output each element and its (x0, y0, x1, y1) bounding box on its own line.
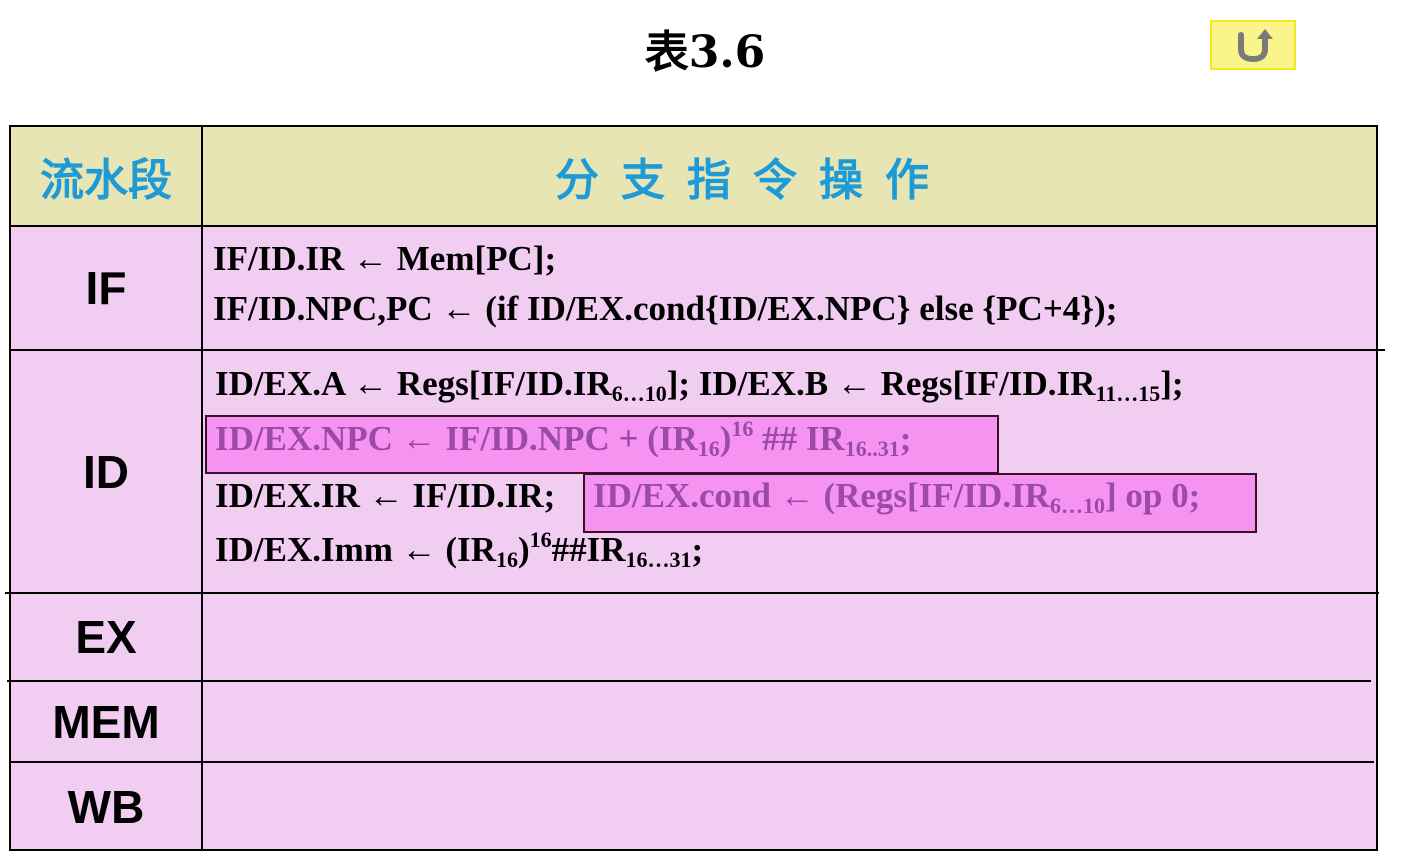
stage-wb: WB (67, 781, 145, 833)
header-stage: 流水段 (40, 155, 172, 206)
id-op-line-2: ID/EX.NPC ← IF/ID.NPC + (IR16)16 ## IR16… (215, 416, 912, 461)
pipeline-table: 流水段 分支指令操作 IF ID EX MEM WB IF/ID.IR ← Me… (5, 125, 1385, 851)
stage-id: ID (83, 445, 129, 498)
id-op-line-1: ID/EX.A ← Regs[IF/ID.IR6…10]; ID/EX.B ← … (215, 364, 1184, 406)
return-arrow-icon (1238, 29, 1273, 63)
id-op-line-3: ID/EX.IR ← IF/ID.IR; (215, 476, 556, 515)
stage-ex: EX (75, 611, 137, 663)
if-op-line-2: IF/ID.NPC,PC ← (if ID/EX.cond{ID/EX.NPC}… (213, 289, 1118, 328)
id-op-line-4: ID/EX.Imm ← (IR16)16##IR16…31; (215, 527, 704, 572)
stage-if: IF (85, 262, 127, 314)
stage-mem: MEM (52, 695, 160, 748)
if-op-line-1: IF/ID.IR ← Mem[PC]; (213, 239, 557, 278)
id-op-line-3-cond: ID/EX.cond ← (Regs[IF/ID.IR6…10] op 0; (593, 476, 1201, 518)
page-title: 表3.6 (644, 27, 766, 78)
back-button[interactable] (1210, 20, 1296, 70)
header-branch-ops: 分支指令操作 (555, 155, 951, 206)
